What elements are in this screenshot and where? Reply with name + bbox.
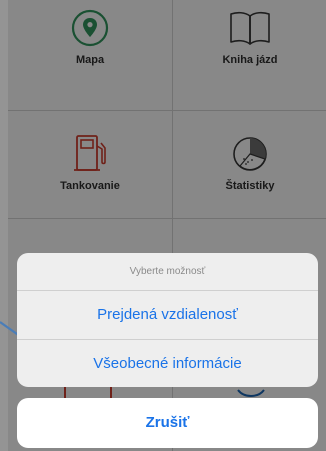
action-sheet-title: Vyberte možnosť [17,253,318,291]
cancel-button[interactable]: Zrušiť [17,398,318,448]
action-sheet: Vyberte možnosť Prejdená vzdialenosť Vše… [17,253,318,387]
action-vseobecne-informacie[interactable]: Všeobecné informácie [17,340,318,387]
screen: Mapa Kniha jázd Tankovanie Štatistiky Vy… [0,0,326,451]
action-prejdena-vzdialenost[interactable]: Prejdená vzdialenosť [17,291,318,340]
